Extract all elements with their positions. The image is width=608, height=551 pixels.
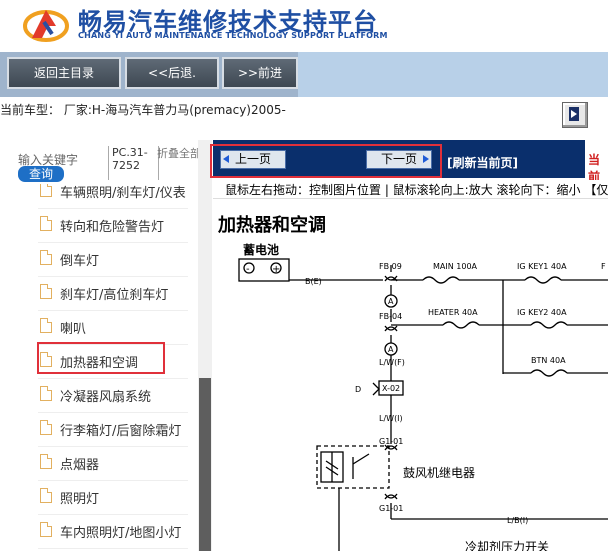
fb09-label: FB 09: [379, 262, 402, 271]
logo-icon: [23, 10, 69, 42]
heater-fuse-label: HEATER 40A: [428, 308, 478, 317]
refresh-page-link[interactable]: [刷新当前页]: [447, 154, 518, 171]
document-icon: [40, 318, 52, 333]
document-icon: [40, 420, 52, 435]
toolbar: 返回主目录 <<后退. >>前进: [0, 52, 608, 97]
selection-highlight: [37, 342, 165, 374]
document-icon: [40, 284, 52, 299]
document-icon: [40, 184, 52, 197]
tree-item-label: 刹车灯/高位刹车灯: [60, 288, 169, 303]
tree-item[interactable]: 刹车灯/高位刹车灯: [38, 276, 188, 311]
tree-item[interactable]: 喇叭: [38, 310, 188, 345]
tree-item-label: 倒车灯: [60, 254, 100, 269]
mouse-hint-text: 鼠标左右拖动：控制图片位置 | 鼠标滚轮向上:放大 滚轮向下：缩小 【仅: [225, 183, 608, 197]
back-button[interactable]: <<后退.: [125, 57, 219, 89]
main-menu-button[interactable]: 返回主目录: [7, 57, 121, 89]
expand-panel-button[interactable]: [562, 102, 588, 128]
document-icon: [40, 522, 52, 537]
lb-label: L/B(I): [507, 516, 528, 525]
tree-item[interactable]: 点烟器: [38, 446, 188, 481]
arrow-right-icon: [569, 107, 579, 121]
relay-label: 鼓风机继电器: [403, 466, 475, 480]
fuse-f-label: F: [601, 262, 606, 271]
tree-item[interactable]: 倒车灯: [38, 242, 188, 277]
connector-a-label: A: [388, 297, 394, 306]
current-car-label: 当前车型： 厂家:H-海马汽车普力马(premacy)2005-: [0, 103, 286, 117]
be-label: B(E): [305, 277, 322, 286]
tree-scrollbar-thumb[interactable]: [199, 378, 211, 551]
battery-label: 蓄电池: [243, 242, 279, 257]
battery-plus: +: [272, 264, 280, 275]
tree-item-label: 照明灯: [60, 492, 100, 507]
tree-item-label: 车辆照明/刹车灯/仪表: [60, 186, 186, 201]
tree-item[interactable]: 车内照明灯/地图小灯: [38, 514, 188, 549]
app-header: 畅易汽车维修技术支持平台 CHANG YI AUTO MAINTENANCE T…: [0, 0, 608, 52]
x02-label: X-02: [382, 384, 400, 393]
pressure-switch-label: 冷却剂压力开关: [465, 539, 549, 551]
mouse-hint: 鼠标左右拖动：控制图片位置 | 鼠标滚轮向上:放大 滚轮向下：缩小 【仅: [213, 180, 608, 199]
g1-top-label: G1-01: [379, 437, 403, 446]
pager-highlight: [210, 144, 442, 178]
connector-a2-label: A: [388, 345, 394, 354]
d-label: D: [355, 385, 361, 394]
tree-item-label: 转向和危险警告灯: [60, 220, 165, 235]
g1-bottom-label: G1-01: [379, 504, 403, 513]
battery-minus: -: [246, 264, 250, 275]
tree-item-label: 车内照明灯/地图小灯: [60, 526, 182, 541]
btn-fuse-label: BTN 40A: [531, 356, 566, 365]
document-icon: [40, 386, 52, 401]
fb04-label: FB-04: [379, 312, 402, 321]
wiring-diagram[interactable]: 加热器和空调 蓄电池 - + B(E) FB 09 A MAIN 100A IG…: [213, 199, 608, 551]
document-icon: [40, 454, 52, 469]
app-subtitle: CHANG YI AUTO MAINTENANCE TECHNOLOGY SUP…: [78, 31, 388, 40]
lwi-label: L/W(I): [379, 414, 403, 423]
igkey1-fuse-label: IG KEY1 40A: [517, 262, 567, 271]
document-icon: [40, 250, 52, 265]
tree-item[interactable]: 冷凝器风扇系统: [38, 378, 188, 413]
igkey2-fuse-label: IG KEY2 40A: [517, 308, 567, 317]
lwf-label: L/W(F): [379, 358, 405, 367]
document-icon: [40, 216, 52, 231]
forward-button[interactable]: >>前进: [222, 57, 298, 89]
search-panel: 输入关键字 查询 PC.31-7252 折叠全部: [0, 140, 212, 184]
tree-item-label: 冷凝器风扇系统: [60, 390, 152, 405]
pc-code: PC.31-7252: [108, 146, 159, 180]
main-fuse-label: MAIN 100A: [433, 262, 478, 271]
tree-item-label: 喇叭: [60, 322, 87, 337]
tree-item[interactable]: 转向和危险警告灯: [38, 208, 188, 243]
tree-item[interactable]: 车辆照明/刹车灯/仪表: [38, 184, 188, 209]
tree-item[interactable]: 照明灯: [38, 480, 188, 515]
tree-item-label: 行李箱灯/后窗除霜灯: [60, 424, 182, 439]
current-car-bar: 当前车型： 厂家:H-海马汽车普力马(premacy)2005-: [0, 97, 608, 137]
tree-item[interactable]: 行李箱灯/后窗除霜灯: [38, 412, 188, 447]
tree-item-label: 点烟器: [60, 458, 100, 473]
document-icon: [40, 488, 52, 503]
wiring-diagram-svg: 蓄电池 - + B(E) FB 09 A MAIN 100A IG KEY1 4…: [238, 242, 608, 551]
query-button[interactable]: 查询: [18, 166, 64, 182]
collapse-all-link[interactable]: 折叠全部: [157, 148, 201, 160]
